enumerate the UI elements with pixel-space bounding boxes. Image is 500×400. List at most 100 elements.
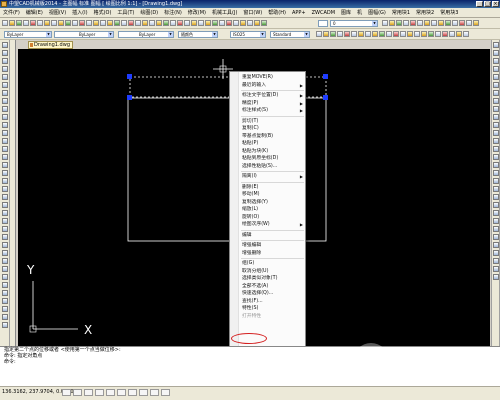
tool-icon[interactable] [492,226,499,232]
tool-icon[interactable] [492,210,499,216]
tool-icon[interactable] [1,130,8,136]
tool-icon[interactable] [1,290,8,296]
textstyle-combo[interactable]: ISO25 ▼ [230,31,266,38]
tool-icon[interactable] [492,146,499,152]
toolbar-button-icon[interactable] [100,20,106,26]
tool-icon[interactable] [1,42,8,48]
toolbar-button-icon[interactable] [417,20,423,26]
tool-icon[interactable] [1,114,8,120]
grip-point[interactable] [127,95,132,100]
tool-icon[interactable] [492,90,499,96]
tool-icon[interactable] [1,250,8,256]
tool-icon[interactable] [492,250,499,256]
toolbar-button-icon[interactable] [421,31,427,37]
tool-icon[interactable] [492,138,499,144]
menu-item[interactable]: 修改(M) [188,9,206,16]
menu-item[interactable]: 格式(O) [94,9,112,16]
tool-icon[interactable] [1,298,8,304]
context-menu-item[interactable]: 增强编辑 [242,242,304,249]
tool-icon[interactable] [492,258,499,264]
tool-icon[interactable] [1,210,8,216]
tool-icon[interactable] [1,90,8,96]
context-menu-item[interactable]: 编辑 [242,232,304,239]
context-menu-item[interactable]: 剪切(T) [242,118,304,125]
toolbar-button-icon[interactable] [86,20,92,26]
toolbar-button-icon[interactable] [428,31,434,37]
toolbar-button-icon[interactable] [261,20,267,26]
status-toggle-button[interactable] [128,389,137,396]
toolbar-button-icon[interactable] [466,20,472,26]
tool-icon[interactable] [492,170,499,176]
toolbar-button-icon[interactable] [121,20,127,26]
tool-icon[interactable] [492,202,499,208]
menu-item[interactable]: 图幅(G) [368,9,386,16]
tool-icon[interactable] [492,178,499,184]
toolbar-button-icon[interactable] [170,20,176,26]
lineweight-combo[interactable]: ByLayer ▼ [118,31,174,38]
toolbar-button-icon[interactable] [37,20,43,26]
tool-icon[interactable] [492,242,499,248]
tool-icon[interactable] [492,50,499,56]
context-menu-item[interactable]: 带基点复制(B) [242,133,304,140]
tool-icon[interactable] [492,114,499,120]
menu-item[interactable]: 标注(N) [164,9,182,16]
tool-icon[interactable] [492,58,499,64]
context-menu-item[interactable]: 移动(M) [242,191,304,198]
toolbar-button-icon[interactable] [135,20,141,26]
menu-item[interactable]: 插入(I) [72,9,87,16]
tool-icon[interactable] [1,58,8,64]
toolbar-button-icon[interactable] [65,20,71,26]
toolbar-button-icon[interactable] [386,31,392,37]
toolbar-button-icon[interactable] [382,20,388,26]
toolbar-button-icon[interactable] [79,20,85,26]
grip-point[interactable] [323,74,328,79]
context-menu-item[interactable]: 精度(P) ▶ [242,100,304,107]
toolbar-button-icon[interactable] [226,20,232,26]
toolbar-button-icon[interactable] [316,31,322,37]
tool-icon[interactable] [492,106,499,112]
toolbar-button-icon[interactable] [198,20,204,26]
color-combo[interactable]: ByLayer ▼ [4,31,52,38]
menu-item[interactable]: ZWCADM [312,10,335,16]
toolbar-button-icon[interactable] [449,31,455,37]
context-menu-item[interactable]: 删除(E) [242,184,304,191]
tool-icon[interactable] [492,98,499,104]
context-menu-item[interactable]: 查找(F)... [242,298,304,305]
tool-icon[interactable] [492,186,499,192]
tool-icon[interactable] [492,218,499,224]
layer-state-icon[interactable] [318,20,328,27]
toolbar-button-icon[interactable] [431,20,437,26]
toolbar-button-icon[interactable] [323,31,329,37]
tool-icon[interactable] [492,74,499,80]
tool-icon[interactable] [492,122,499,128]
menu-item[interactable]: 窗口(W) [243,9,262,16]
context-menu-item[interactable]: 选择性粘贴(S)... [242,163,304,170]
toolbar-button-icon[interactable] [16,20,22,26]
context-menu-item[interactable]: 选择类似对象(T) [242,275,304,282]
tool-icon[interactable] [1,186,8,192]
tool-icon[interactable] [1,138,8,144]
tool-icon[interactable] [1,202,8,208]
layer-combo-top[interactable]: 0 ▼ [330,20,378,27]
toolbar-button-icon[interactable] [184,20,190,26]
toolbar-button-icon[interactable] [330,31,336,37]
context-menu-item[interactable]: 最近的输入 ▶ [242,82,304,89]
tool-icon[interactable] [1,242,8,248]
toolbar-button-icon[interactable] [351,31,357,37]
tool-icon[interactable] [492,154,499,160]
toolbar-button-icon[interactable] [219,20,225,26]
toolbar-button-icon[interactable] [396,20,402,26]
context-menu-item[interactable]: 快速选择(Q)... [242,290,304,297]
status-toggle-button[interactable] [161,389,170,396]
tool-icon[interactable] [492,130,499,136]
toolbar-button-icon[interactable] [233,20,239,26]
menu-item[interactable]: 图库 [341,9,351,16]
tool-icon[interactable] [1,122,8,128]
menu-item[interactable]: 帮助(H) [268,9,286,16]
tool-icon[interactable] [1,66,8,72]
context-menu-item[interactable]: 打开特性 [242,313,304,320]
status-toggle-button[interactable] [117,389,126,396]
toolbar-button-icon[interactable] [365,31,371,37]
context-menu-item[interactable]: 绘图次序(W) ▶ [242,221,304,228]
status-toggle-button[interactable] [84,389,93,396]
